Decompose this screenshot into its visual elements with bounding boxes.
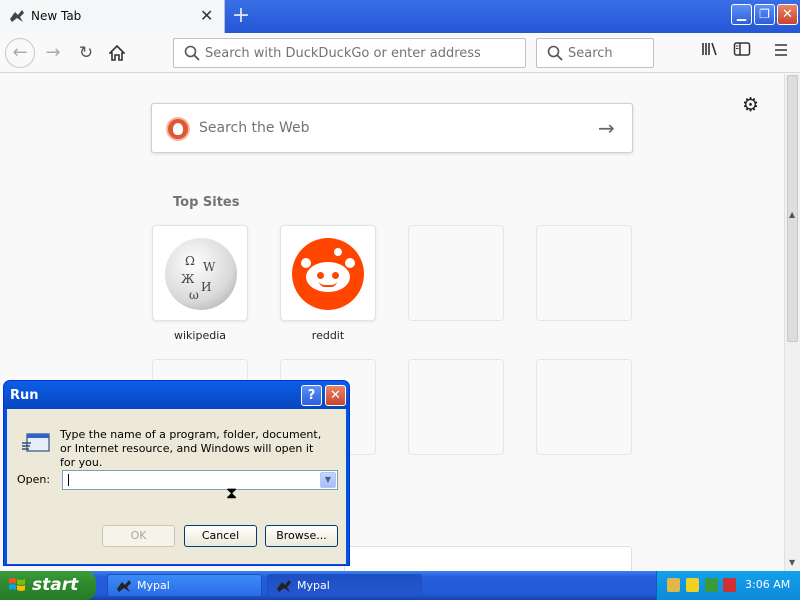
task-label: Mypal — [297, 579, 330, 592]
open-label: Open: — [17, 473, 51, 486]
chevron-down-icon[interactable]: ▼ — [320, 472, 336, 488]
security-alert-icon[interactable] — [723, 578, 736, 592]
top-site-empty[interactable] — [536, 225, 632, 321]
home-button[interactable] — [103, 39, 131, 67]
mypal-icon — [277, 580, 291, 592]
tab-strip: New Tab ✕ + ▁ ❐ ✕ — [0, 0, 800, 33]
tab-close-icon[interactable]: ✕ — [200, 7, 213, 25]
taskbar-item-mypal[interactable]: Mypal — [107, 574, 262, 597]
snippet-card — [344, 546, 632, 571]
top-site-empty[interactable] — [408, 225, 504, 321]
hourglass-cursor-icon: ⧗ — [226, 483, 238, 502]
sidebar-icon[interactable] — [731, 41, 753, 63]
help-button[interactable]: ? — [301, 385, 322, 406]
ok-button[interactable]: OK — [102, 525, 175, 547]
search-icon — [184, 45, 200, 61]
close-window-button[interactable]: ✕ — [777, 4, 798, 25]
run-title: Run — [10, 388, 39, 403]
scrollbar-thumb[interactable] — [787, 75, 798, 342]
start-button[interactable]: start — [0, 571, 96, 600]
forward-button[interactable]: → — [39, 39, 67, 67]
tab-title: New Tab — [31, 9, 82, 23]
top-site-empty[interactable] — [536, 359, 632, 455]
close-button[interactable]: ✕ — [325, 385, 346, 406]
home-icon — [108, 44, 126, 61]
scroll-up-icon[interactable]: ▲ — [789, 210, 795, 219]
top-site-wikipedia[interactable]: Ω W Ж И ω — [152, 225, 248, 321]
wikipedia-icon: Ω W Ж И ω — [165, 238, 237, 310]
tray-icon[interactable] — [667, 578, 680, 592]
browse-button[interactable]: Browse... — [265, 525, 338, 547]
mypal-icon — [10, 10, 24, 22]
search-icon — [547, 45, 563, 61]
top-site-empty[interactable] — [408, 359, 504, 455]
clock[interactable]: 3:06 AM — [745, 578, 790, 591]
top-sites-title: Top Sites — [173, 195, 240, 210]
run-description: Type the name of a program, folder, docu… — [60, 428, 322, 469]
tray-icon[interactable] — [705, 578, 718, 592]
run-program-icon — [22, 433, 50, 452]
cancel-button[interactable]: Cancel — [184, 525, 257, 547]
shield-icon[interactable] — [686, 578, 699, 592]
library-icon[interactable] — [699, 41, 721, 63]
taskbar: start Mypal Mypal 3:06 AM — [0, 571, 800, 600]
taskbar-item-mypal[interactable]: Mypal — [267, 574, 422, 597]
url-bar[interactable]: Search with DuckDuckGo or enter address — [173, 38, 526, 68]
top-site-reddit[interactable] — [280, 225, 376, 321]
gear-icon[interactable]: ⚙ — [742, 94, 759, 116]
tab-new-tab[interactable]: New Tab ✕ — [0, 0, 225, 33]
search-placeholder: Search — [568, 46, 613, 61]
scroll-down-icon[interactable]: ▼ — [789, 558, 795, 567]
reddit-icon — [292, 238, 364, 310]
open-combobox[interactable]: ▼ — [62, 470, 338, 490]
windows-flag-icon — [9, 578, 25, 591]
web-search-box[interactable]: Search the Web → — [151, 103, 633, 153]
search-bar[interactable]: Search — [536, 38, 654, 68]
minimize-button[interactable]: ▁ — [731, 4, 752, 25]
text-caret — [68, 474, 69, 486]
url-placeholder: Search with DuckDuckGo or enter address — [205, 46, 481, 61]
run-body: Type the name of a program, folder, docu… — [7, 409, 346, 564]
back-button[interactable]: ← — [5, 38, 35, 68]
top-site-label[interactable]: reddit — [280, 329, 376, 342]
run-titlebar[interactable]: Run ? ✕ — [4, 381, 349, 409]
reload-button[interactable]: ↻ — [72, 39, 100, 67]
nav-toolbar: ← → ↻ Search with DuckDuckGo or enter ad… — [0, 33, 800, 73]
menu-icon[interactable] — [770, 41, 792, 63]
start-label: start — [32, 575, 79, 595]
task-label: Mypal — [137, 579, 170, 592]
system-tray: 3:06 AM — [656, 571, 800, 600]
web-search-placeholder: Search the Web — [199, 120, 310, 136]
new-tab-button[interactable]: + — [230, 3, 252, 29]
duckduckgo-icon — [166, 117, 190, 141]
restore-button[interactable]: ❐ — [754, 4, 775, 25]
run-dialog: Run ? ✕ Type the name of a program, fold… — [3, 380, 350, 566]
arrow-right-icon[interactable]: → — [598, 116, 615, 140]
top-site-label[interactable]: wikipedia — [152, 329, 248, 342]
page-scrollbar[interactable]: ▲ ▼ — [784, 74, 800, 571]
mypal-icon — [117, 580, 131, 592]
